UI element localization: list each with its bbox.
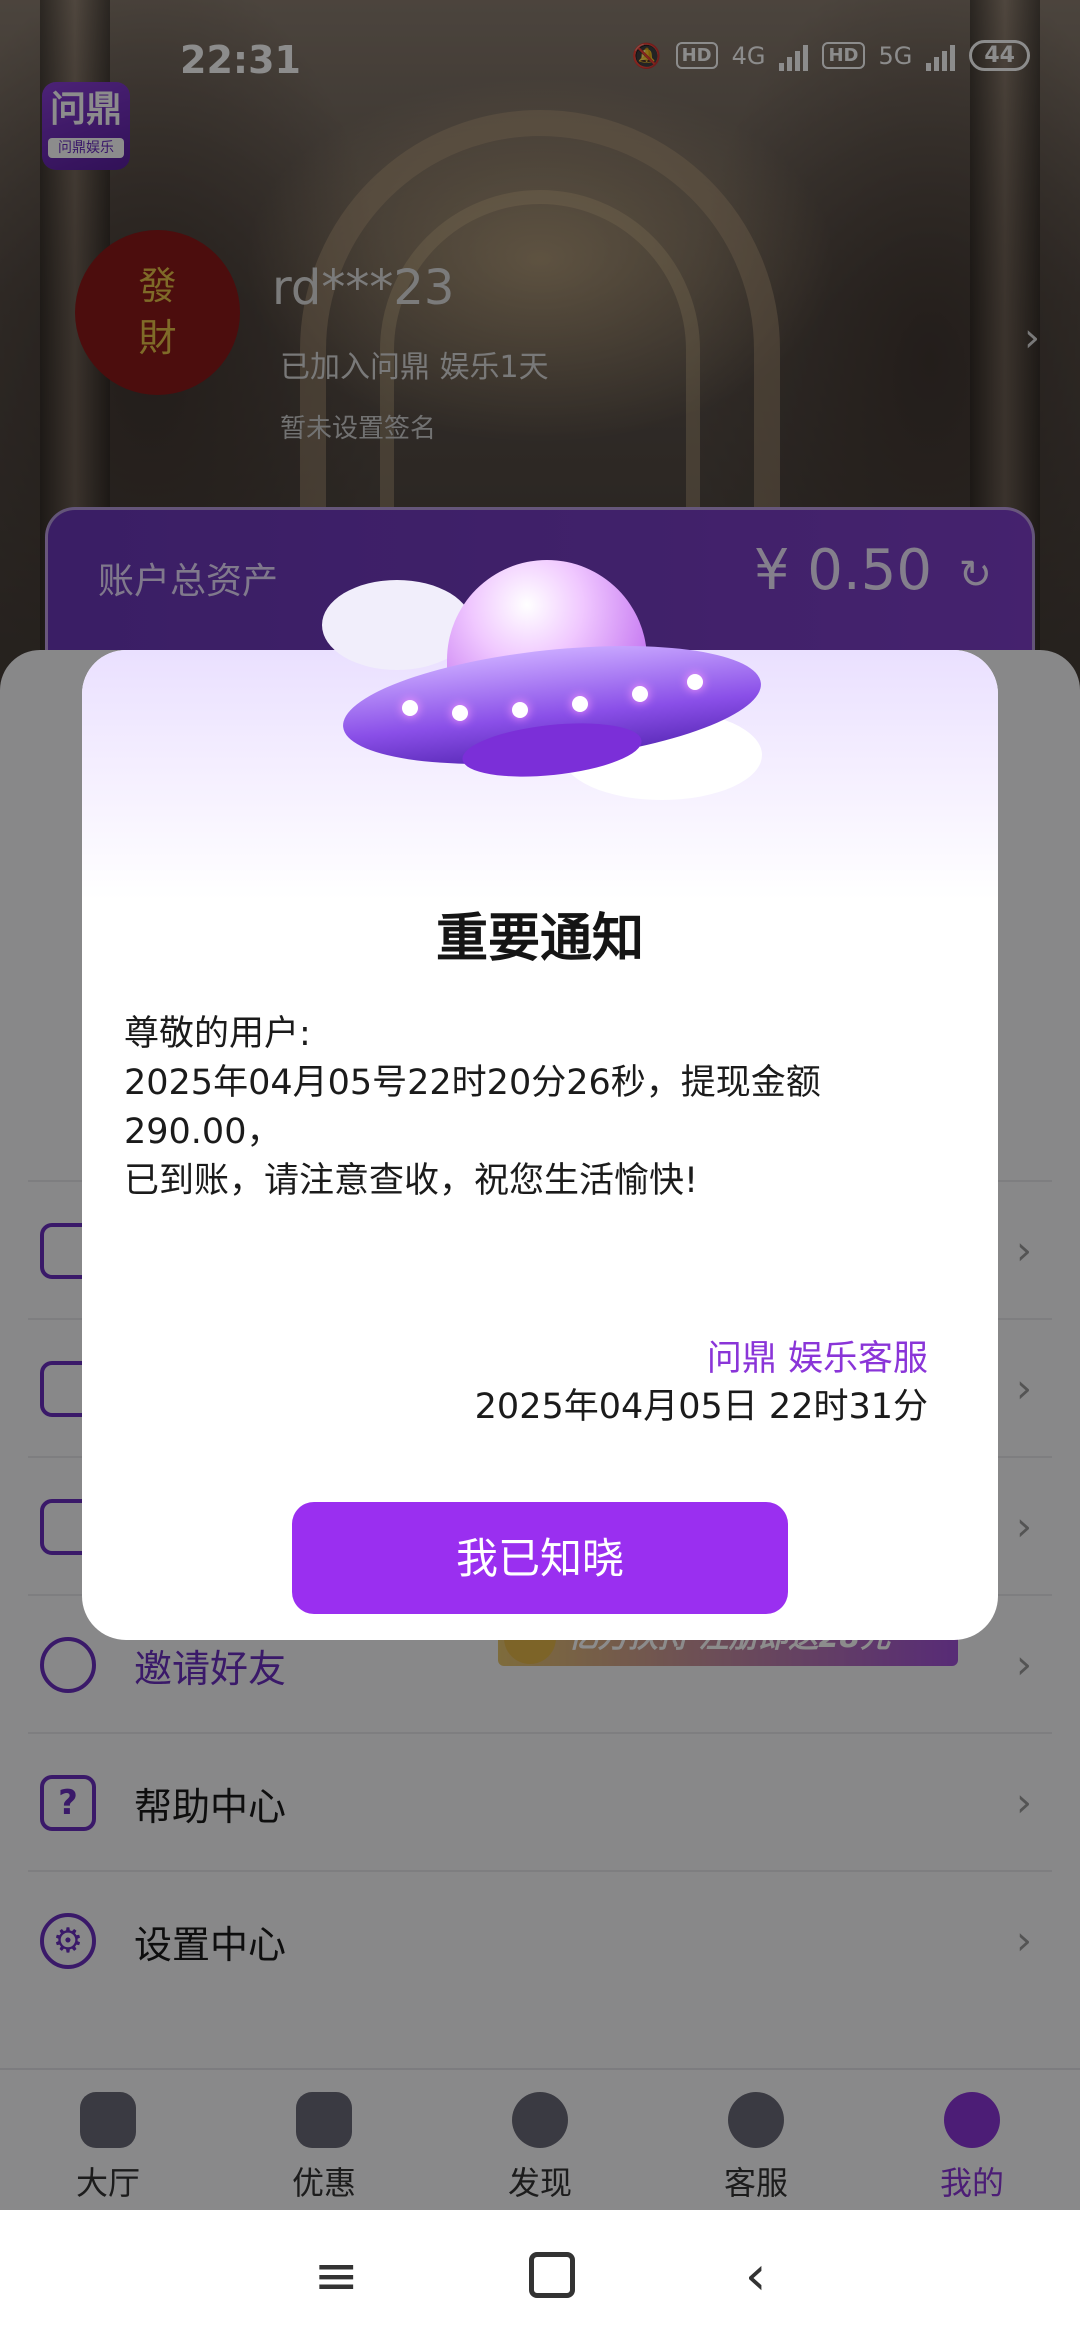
dialog-message: 尊敬的用户: 2025年04月05号22时20分26秒，提现金额290.00， … — [124, 1010, 964, 1206]
menu-icon[interactable]: ≡ — [314, 2244, 359, 2307]
dialog-body-line: 已到账，请注意查收，祝您生活愉快! — [124, 1161, 699, 1201]
ufo-light — [402, 700, 418, 716]
system-navigation-bar: ≡ ‹ — [0, 2210, 1080, 2340]
dialog-greeting: 尊敬的用户: — [124, 1014, 311, 1054]
ufo-light — [632, 686, 648, 702]
ufo-light — [452, 705, 468, 721]
signature-time: 2025年04月05日 22时31分 — [474, 1387, 928, 1427]
notification-dialog: 重要通知 尊敬的用户: 2025年04月05号22时20分26秒，提现金额290… — [82, 560, 998, 1640]
dialog-body-line: 2025年04月05号22时20分26秒，提现金额290.00， — [124, 1063, 821, 1152]
ufo-icon — [322, 560, 767, 820]
back-icon[interactable]: ‹ — [745, 2244, 767, 2307]
ufo-light — [512, 702, 528, 718]
ufo-light — [687, 674, 703, 690]
home-nav-icon[interactable] — [528, 2252, 575, 2298]
signature-org: 问鼎 娱乐客服 — [706, 1339, 928, 1379]
dialog-signature: 问鼎 娱乐客服 2025年04月05日 22时31分 — [475, 1335, 928, 1431]
ufo-light — [572, 696, 588, 712]
dialog-title: 重要通知 — [435, 909, 644, 969]
acknowledge-button[interactable]: 我已知晓 — [292, 1502, 788, 1614]
